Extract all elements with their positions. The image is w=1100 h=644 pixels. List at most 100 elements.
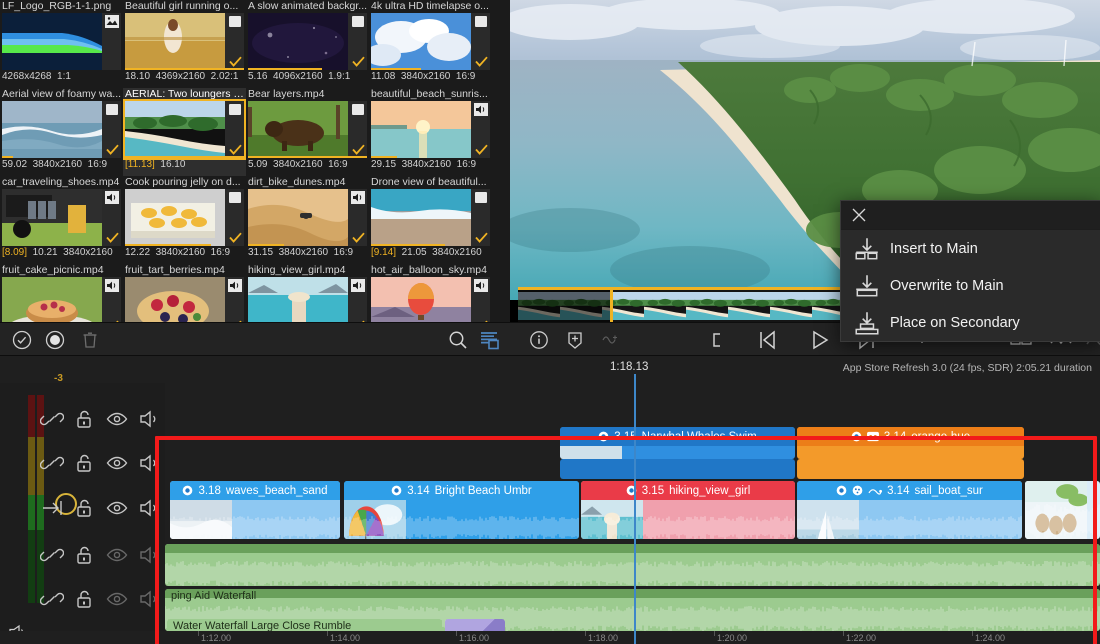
media-thumbnail[interactable]: [371, 101, 490, 158]
timeline-clip[interactable]: [1025, 481, 1100, 539]
media-thumbnail[interactable]: [371, 13, 490, 70]
media-item[interactable]: Bear layers.mp4 5.09 3840x2160 16:9: [246, 88, 369, 176]
ruler-timecode-label: 1:14.00: [330, 633, 360, 643]
media-item-badges: [348, 189, 367, 246]
video-badge-icon: [352, 16, 364, 27]
speaker-icon[interactable]: [138, 543, 162, 567]
timeline-clip[interactable]: 3.14 orange-hue: [797, 427, 1024, 459]
close-icon[interactable]: [852, 208, 866, 222]
speaker-icon[interactable]: [138, 587, 162, 611]
skip-to-end-icon[interactable]: [40, 496, 64, 520]
link-icon[interactable]: [40, 543, 64, 567]
media-thumbnail[interactable]: [2, 189, 121, 246]
eye-icon[interactable]: [105, 587, 129, 611]
clip-body-extension[interactable]: [797, 459, 1024, 479]
playhead[interactable]: [634, 383, 636, 644]
thumbnail-image: [248, 277, 348, 322]
media-item[interactable]: Drone view of beautiful... [9.14] 21.05 …: [369, 176, 492, 264]
media-thumbnail[interactable]: [125, 101, 244, 158]
trim-in-handle[interactable]: [610, 287, 622, 322]
media-thumbnail[interactable]: [248, 189, 367, 246]
media-item-name: AERIAL: Two loungers o...: [123, 88, 246, 101]
media-thumbnail[interactable]: [248, 13, 367, 70]
playhead-timecode: 1:18.13: [610, 361, 648, 373]
lock-icon[interactable]: [72, 587, 96, 611]
list-view-icon[interactable]: [479, 329, 501, 351]
eye-icon[interactable]: [105, 451, 129, 475]
link-icon[interactable]: [40, 451, 64, 475]
media-item[interactable]: fruit_tart_berries.mp4: [123, 264, 246, 322]
trim-shaded-region: [518, 290, 610, 322]
media-item[interactable]: LF_Logo_RGB-1-1.png 4268x4268 1:1: [0, 0, 123, 88]
media-item[interactable]: hiking_view_girl.mp4: [246, 264, 369, 322]
track-main[interactable]: 3.18 waves_beach_sand 3.14 Bright Beach …: [165, 481, 1100, 539]
speaker-icon[interactable]: [138, 451, 162, 475]
track-secondary[interactable]: 3.15 Narwhal Whales Swim 3.14 orange-hue: [165, 427, 1100, 459]
media-thumbnail[interactable]: [125, 13, 244, 70]
drop-action-context-menu[interactable]: Insert to Main Overwrite to Main Place o…: [840, 200, 1100, 342]
media-item[interactable]: Beautiful girl running o... 18.10 4369x2…: [123, 0, 246, 88]
media-item-meta: [8.09] 10.21 3840x2160: [0, 246, 123, 260]
media-item[interactable]: Cook pouring jelly on d... 12.22 3840x21…: [123, 176, 246, 264]
search-icon[interactable]: [447, 329, 469, 351]
media-item[interactable]: car_traveling_shoes.mp4 [8.09] 10.21 384…: [0, 176, 123, 264]
eye-icon[interactable]: [105, 543, 129, 567]
media-item[interactable]: hot_air_balloon_sky.mp4: [369, 264, 492, 322]
eye-icon[interactable]: [105, 496, 129, 520]
lock-icon[interactable]: [72, 543, 96, 567]
link-icon[interactable]: [40, 587, 64, 611]
timeline-clip[interactable]: 3.14 sail_boat_sur: [797, 481, 1022, 539]
ruler-timecode-label: 1:24.00: [975, 633, 1005, 643]
media-item-badges: [348, 13, 367, 70]
lock-icon[interactable]: [72, 451, 96, 475]
timeline-clip[interactable]: 3.18 waves_beach_sand: [170, 481, 340, 539]
media-thumbnail[interactable]: [371, 277, 490, 322]
timeline-clip[interactable]: 3.15 hiking_view_girl: [581, 481, 795, 539]
add-marker-icon[interactable]: [564, 329, 586, 351]
media-item[interactable]: dirt_bike_dunes.mp4 31.15 3840x2160 16:9: [246, 176, 369, 264]
media-item[interactable]: 4k ultra HD timelapse o... 11.08 3840x21…: [369, 0, 492, 88]
speaker-icon[interactable]: [138, 407, 162, 431]
bottom-timecode-ruler[interactable]: 1:12.001:14.001:16.001:18.001:20.001:22.…: [0, 631, 1100, 644]
media-thumbnail[interactable]: [248, 101, 367, 158]
track-header-row: [0, 441, 165, 486]
media-thumbnail[interactable]: [125, 189, 244, 246]
eye-icon[interactable]: [105, 407, 129, 431]
audio-badge-icon: [228, 279, 242, 292]
track-audio-1[interactable]: [165, 544, 1100, 586]
lock-icon[interactable]: [72, 407, 96, 431]
media-item[interactable]: Aerial view of foamy wa... 59.02 3840x21…: [0, 88, 123, 176]
delete-icon[interactable]: [80, 330, 100, 350]
usage-bar: [371, 244, 445, 246]
link-icon[interactable]: [40, 407, 64, 431]
menu-item-overwrite-to-main[interactable]: Overwrite to Main: [841, 267, 1100, 304]
media-thumbnail[interactable]: [2, 101, 121, 158]
audio-clip[interactable]: [165, 544, 1100, 586]
info-icon[interactable]: [528, 329, 550, 351]
timeline-clip[interactable]: 3.14 Bright Beach Umbr: [344, 481, 579, 539]
timeline-ruler[interactable]: 1:18.13 App Store Refresh 3.0 (24 fps, S…: [0, 356, 1100, 383]
speaker-icon[interactable]: [138, 496, 162, 520]
media-thumbnail[interactable]: [248, 277, 367, 322]
lock-icon[interactable]: [72, 496, 96, 520]
media-item[interactable]: AERIAL: Two loungers o... [11.13] 16.10: [123, 88, 246, 176]
media-thumbnail[interactable]: [125, 277, 244, 322]
previous-edit-icon[interactable]: [754, 327, 780, 353]
media-item[interactable]: fruit_cake_picnic.mp4: [0, 264, 123, 322]
playhead-ruler-marker[interactable]: [634, 374, 636, 383]
clip-body-extension[interactable]: [560, 459, 795, 479]
media-item[interactable]: beautiful_beach_sunris... 29.15 3840x216…: [369, 88, 492, 176]
set-range-start-icon[interactable]: [706, 329, 728, 351]
media-thumbnail[interactable]: [2, 277, 121, 322]
media-thumbnail[interactable]: [371, 189, 490, 246]
play-icon[interactable]: [806, 327, 832, 353]
record-icon[interactable]: [45, 330, 65, 350]
approve-icon[interactable]: [12, 330, 32, 350]
timeline-clip[interactable]: 3.15 Narwhal Whales Swim: [560, 427, 795, 459]
menu-item-insert-to-main[interactable]: Insert to Main: [841, 230, 1100, 267]
menu-item-place-on-secondary[interactable]: Place on Secondary: [841, 304, 1100, 341]
ruler-timecode-label: 1:22.00: [846, 633, 876, 643]
media-thumbnail[interactable]: [2, 13, 121, 70]
media-item[interactable]: A slow animated backgr... 5.16 4096x2160…: [246, 0, 369, 88]
timeline-tracks[interactable]: 3.15 Narwhal Whales Swim 3.14 orange-hue…: [165, 383, 1100, 644]
